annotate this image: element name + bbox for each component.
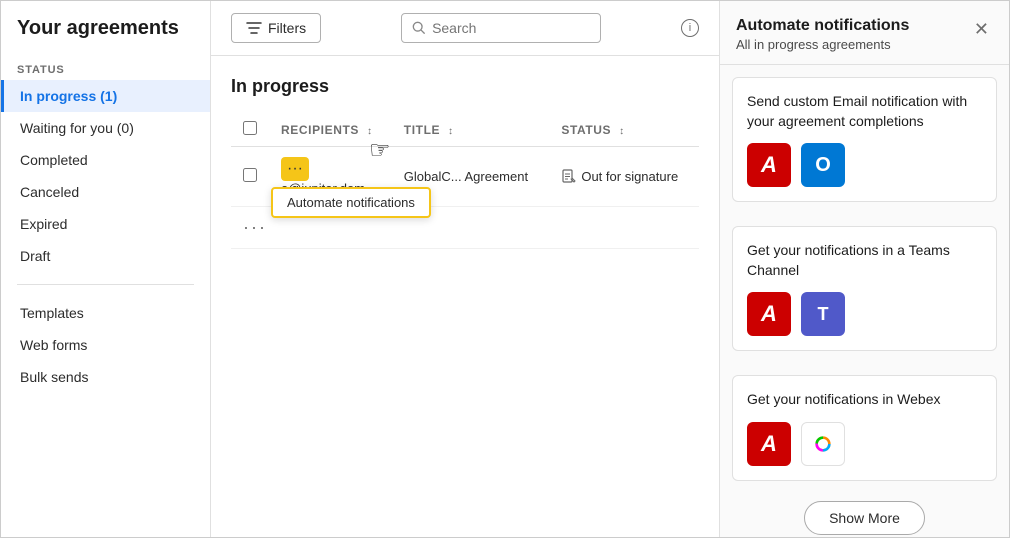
right-panel-header: Automate notifications All in progress a… — [720, 1, 1009, 65]
info-icon[interactable]: i — [681, 19, 699, 37]
checkbox-header — [231, 113, 269, 147]
teams-notification-card: Get your notifications in a Teams Channe… — [732, 226, 997, 351]
show-more-button[interactable]: Show More — [804, 501, 925, 535]
row-status: Out for signature — [549, 147, 699, 207]
adobe-icon-webex[interactable]: A — [747, 422, 791, 466]
document-icon — [561, 169, 577, 185]
adobe-icon-teams[interactable]: A — [747, 292, 791, 336]
sidebar-divider — [17, 284, 194, 285]
sidebar-item-canceled[interactable]: Canceled — [1, 176, 210, 208]
teams-card-icons: A T — [747, 292, 982, 336]
sidebar: Your agreements STATUS In progress (1) W… — [1, 1, 211, 537]
sidebar-item-draft[interactable]: Draft — [1, 240, 210, 272]
teams-icon[interactable]: T — [801, 292, 845, 336]
more-dots-button[interactable]: ··· — [243, 217, 267, 237]
status-badge: Out for signature — [561, 169, 687, 185]
more-options-button[interactable]: ··· — [281, 157, 309, 181]
status-header: STATUS ↕ — [549, 113, 699, 147]
sidebar-item-bulk-sends[interactable]: Bulk sends — [1, 361, 210, 393]
status-sort-icon[interactable]: ↕ — [619, 126, 625, 137]
section-title: In progress — [231, 76, 699, 97]
close-panel-button[interactable]: ✕ — [970, 17, 993, 42]
webex-icon[interactable] — [801, 422, 845, 466]
right-panel-titles: Automate notifications All in progress a… — [736, 17, 909, 52]
sidebar-item-in-progress[interactable]: In progress (1) — [1, 80, 210, 112]
webex-notification-card: Get your notifications in Webex A — [732, 375, 997, 481]
adobe-icon-email[interactable]: A — [747, 143, 791, 187]
right-panel: Automate notifications All in progress a… — [719, 1, 1009, 537]
sidebar-item-templates[interactable]: Templates — [1, 297, 210, 329]
row-checkbox-cell — [231, 147, 269, 207]
search-bar — [401, 13, 601, 43]
sidebar-title: Your agreements — [1, 17, 210, 56]
select-all-checkbox[interactable] — [243, 121, 257, 135]
search-icon — [412, 21, 426, 35]
filter-button[interactable]: Filters — [231, 13, 321, 43]
app-container: Your agreements STATUS In progress (1) W… — [0, 0, 1010, 538]
status-section-label: STATUS — [1, 56, 210, 80]
table-row: ··· Automate notifications e@jupiter.dom… — [231, 147, 699, 207]
webex-ring-icon — [809, 430, 837, 458]
teams-card-title: Get your notifications in a Teams Channe… — [747, 241, 982, 280]
search-input[interactable] — [432, 20, 572, 36]
sidebar-item-completed[interactable]: Completed — [1, 144, 210, 176]
recipients-sort-icon[interactable]: ↕ — [367, 126, 373, 137]
row-checkbox[interactable] — [243, 168, 257, 182]
email-notification-card: Send custom Email notification with your… — [732, 77, 997, 202]
title-header: TITLE ↕ — [392, 113, 550, 147]
filter-icon — [246, 20, 262, 36]
right-panel-title: Automate notifications — [736, 17, 909, 35]
outlook-icon[interactable]: O — [801, 143, 845, 187]
main-body: In progress RECIPIENTS ↕ TITLE ↕ — [211, 56, 719, 537]
main-content: Filters i In progress — [211, 1, 719, 537]
email-card-icons: A O — [747, 143, 982, 187]
recipients-header: RECIPIENTS ↕ — [269, 113, 392, 147]
row-actions: ··· Automate notifications — [281, 157, 380, 181]
right-panel-subtitle: All in progress agreements — [736, 37, 909, 52]
row-recipients: ··· Automate notifications e@jupiter.dom — [269, 147, 392, 207]
webex-card-icons: A — [747, 422, 982, 466]
sidebar-item-web-forms[interactable]: Web forms — [1, 329, 210, 361]
main-header: Filters i — [211, 1, 719, 56]
agreements-table: RECIPIENTS ↕ TITLE ↕ STATUS ↕ — [231, 113, 699, 249]
webex-card-title: Get your notifications in Webex — [747, 390, 982, 410]
email-card-title: Send custom Email notification with your… — [747, 92, 982, 131]
sidebar-item-waiting-for-you[interactable]: Waiting for you (0) — [1, 112, 210, 144]
sidebar-item-expired[interactable]: Expired — [1, 208, 210, 240]
automate-tooltip[interactable]: Automate notifications — [271, 187, 431, 218]
title-sort-icon[interactable]: ↕ — [448, 126, 454, 137]
